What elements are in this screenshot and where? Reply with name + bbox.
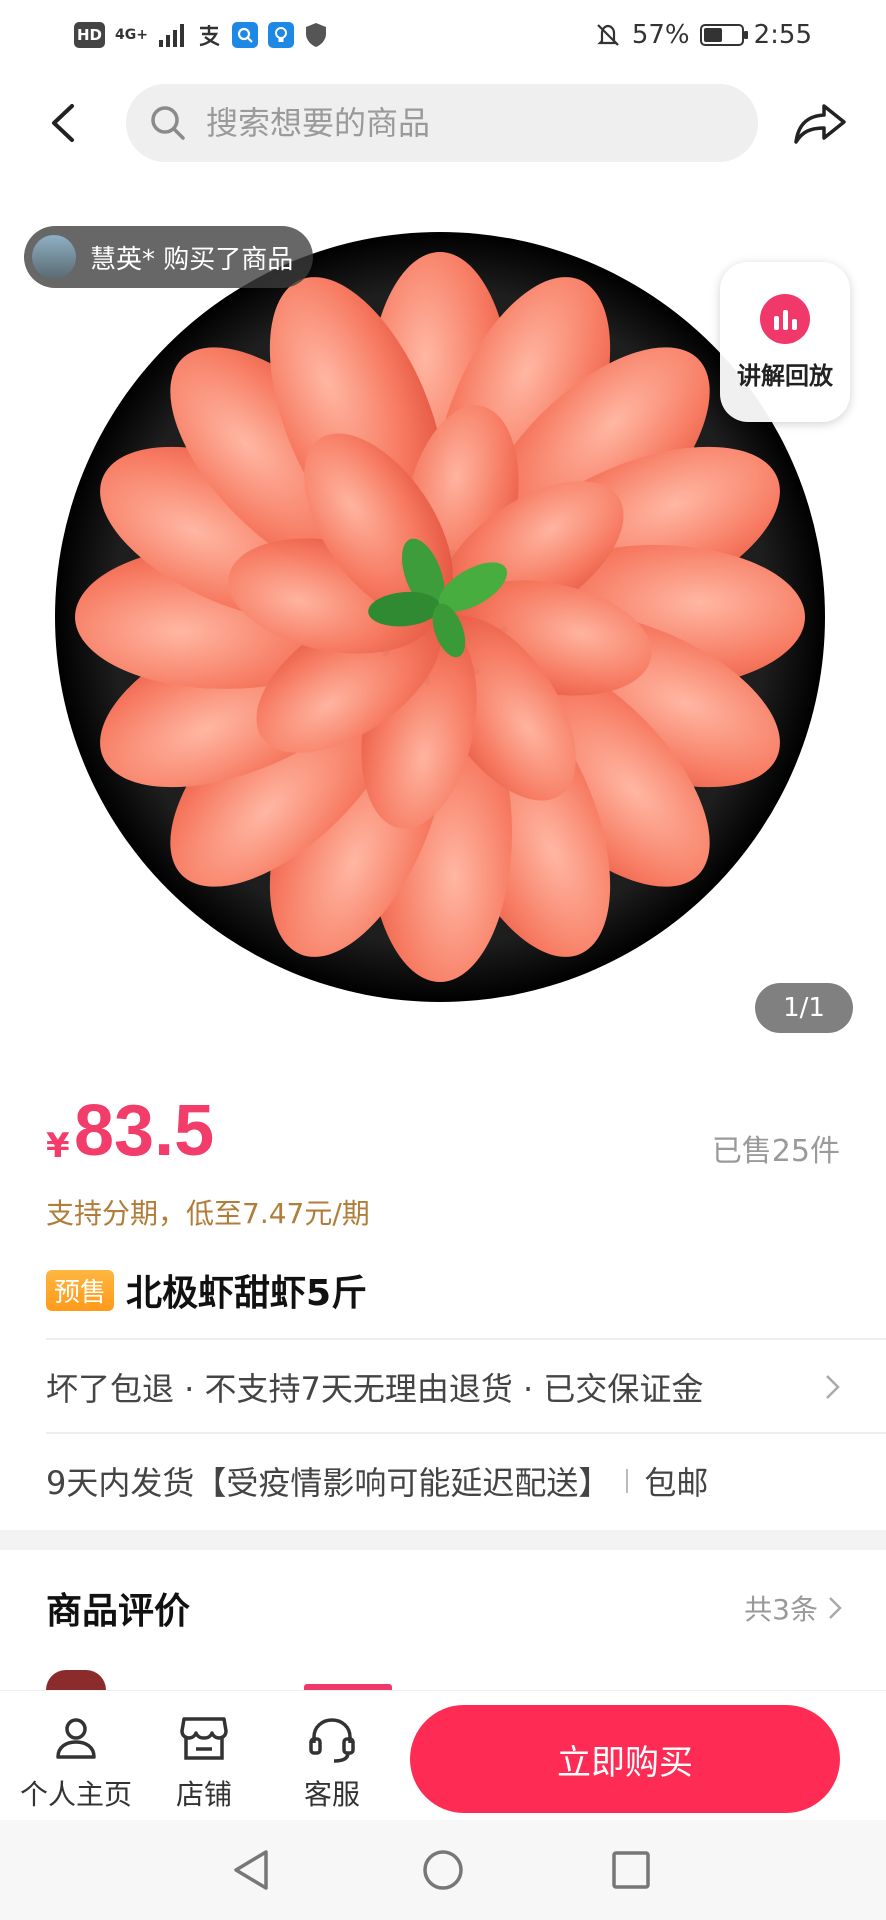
separator xyxy=(626,1469,629,1493)
divider xyxy=(46,1432,886,1434)
replay-button[interactable]: 讲解回放 xyxy=(720,262,850,422)
profile-label: 个人主页 xyxy=(19,1778,132,1811)
reviewer-avatar xyxy=(46,1670,106,1690)
person-icon xyxy=(56,1718,96,1759)
shipping-text: 9天内发货【受疫情影响可能延迟配送】 xyxy=(46,1464,611,1502)
store-icon xyxy=(180,1717,228,1760)
buyer-avatar xyxy=(32,235,76,279)
currency-symbol: ¥ xyxy=(46,1126,70,1166)
service-guarantee-row[interactable]: 坏了包退 · 不支持7天无理由退货 · 已交保证金 xyxy=(46,1342,846,1432)
battery-percent: 57% xyxy=(631,20,690,50)
profile-button[interactable]: 个人主页 xyxy=(16,1711,136,1813)
divider xyxy=(46,1338,886,1340)
system-nav-bar xyxy=(0,1820,886,1920)
recent-buyer-notice: 慧英* 购买了商品 xyxy=(24,226,314,288)
battery-icon xyxy=(699,24,748,46)
search-input[interactable] xyxy=(204,103,728,143)
nav-back-icon[interactable] xyxy=(228,1846,276,1894)
reviews-header[interactable]: 商品评价 共3条 xyxy=(46,1568,846,1648)
search-bar[interactable] xyxy=(126,84,758,162)
guarantee-text: 坏了包退 · 不支持7天无理由退货 · 已交保证金 xyxy=(46,1370,704,1408)
free-shipping-tag: 包邮 xyxy=(644,1464,709,1502)
shop-label: 店铺 xyxy=(175,1778,232,1811)
buyer-notice-text: 慧英* 购买了商品 xyxy=(90,244,294,275)
reviews-count[interactable]: 共3条 xyxy=(744,1588,846,1628)
price: 83.5 xyxy=(74,1091,215,1171)
installment-info[interactable]: 支持分期，低至7.47元/期 xyxy=(46,1192,370,1232)
chevron-right-icon xyxy=(829,1597,842,1619)
battery-fill xyxy=(703,28,723,42)
hd-icon: HD xyxy=(74,22,106,48)
shipping-row: 9天内发货【受疫情影响可能延迟配送】 包邮 xyxy=(46,1436,708,1526)
signal-icon xyxy=(158,24,184,47)
shop-button[interactable]: 店铺 xyxy=(144,1711,264,1813)
bulb-app-icon xyxy=(267,22,294,48)
alipay-icon xyxy=(199,25,220,47)
service-label: 客服 xyxy=(303,1778,360,1811)
presale-badge: 预售 xyxy=(46,1269,115,1311)
search-icon xyxy=(151,106,185,140)
reviews-count-text: 共3条 xyxy=(744,1593,818,1626)
top-nav xyxy=(0,84,886,162)
section-separator xyxy=(0,1530,886,1550)
product-gallery[interactable]: 慧英* 购买了商品 讲解回放 1/1 xyxy=(0,186,886,1050)
network-type-icon: 4G+ xyxy=(115,27,148,43)
sold-count: 已售25件 xyxy=(711,1134,840,1169)
bottom-action-bar: 个人主页 店铺 客服 立即购买 xyxy=(0,1690,886,1820)
status-right: 57% 2:55 xyxy=(594,20,812,50)
shield-icon xyxy=(305,23,326,47)
clock: 2:55 xyxy=(753,20,812,50)
price-row: ¥ 83.5 已售25件 xyxy=(46,1090,840,1171)
image-page-indicator: 1/1 xyxy=(755,983,853,1033)
share-icon[interactable] xyxy=(792,98,848,148)
nav-recents-icon[interactable] xyxy=(607,1846,655,1894)
status-left: HD 4G+ xyxy=(74,22,328,48)
nav-home-icon[interactable] xyxy=(419,1846,467,1894)
status-bar: HD 4G+ 57% 2:55 xyxy=(0,0,886,70)
buy-now-button[interactable]: 立即购买 xyxy=(410,1705,840,1813)
bell-muted-icon xyxy=(597,24,619,46)
back-icon[interactable] xyxy=(40,98,90,148)
replay-label: 讲解回放 xyxy=(737,361,833,390)
chevron-right-icon xyxy=(826,1375,840,1399)
headset-icon xyxy=(309,1718,355,1763)
customer-service-button[interactable]: 客服 xyxy=(272,1711,392,1813)
replay-icon xyxy=(760,293,810,344)
search-app-icon xyxy=(231,22,258,48)
reviews-title: 商品评价 xyxy=(46,1591,191,1632)
product-title-row: 预售 北极虾甜虾5斤 xyxy=(46,1264,367,1316)
product-title: 北极虾甜虾5斤 xyxy=(126,1273,368,1314)
